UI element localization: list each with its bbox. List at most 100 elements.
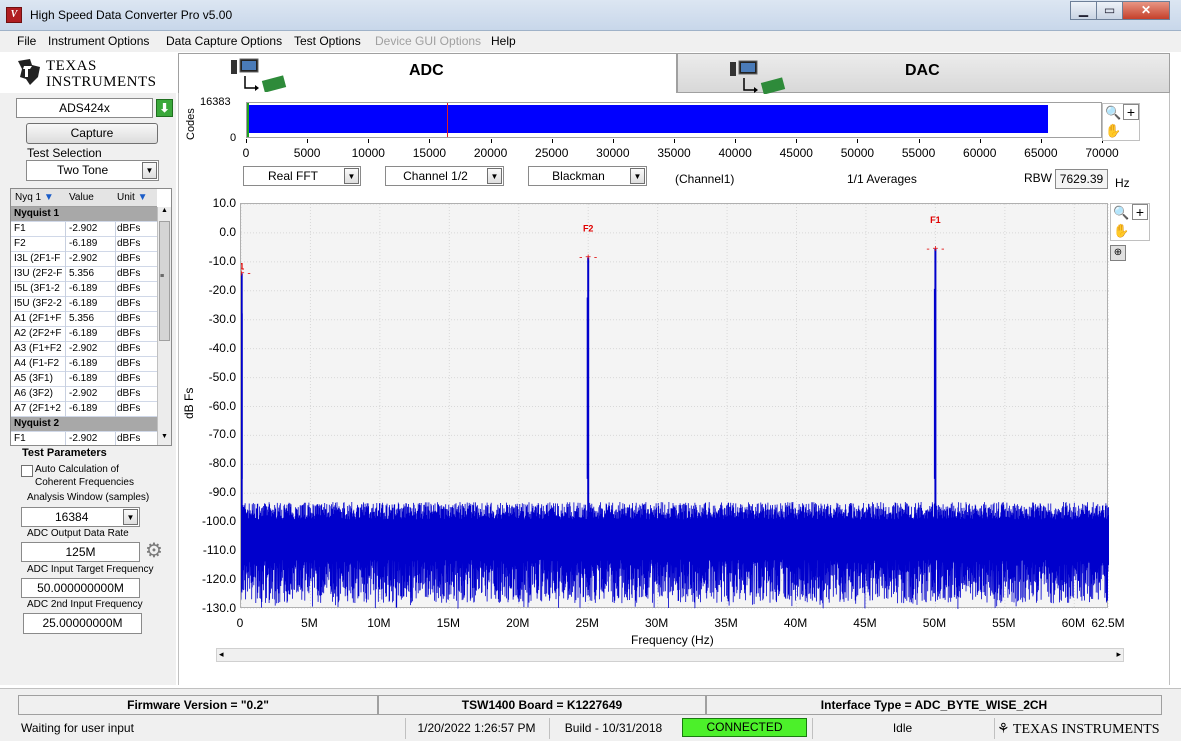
table-section-row[interactable]: Nyquist 1 bbox=[11, 207, 157, 222]
table-row[interactable]: F2 -6.189 dBFs bbox=[11, 237, 157, 252]
table-row[interactable]: A5 (3F1) -6.189 dBFs bbox=[11, 372, 157, 387]
header-unit[interactable]: Unit ▼ bbox=[117, 192, 147, 203]
gear-icon[interactable]: ⚙ bbox=[145, 541, 165, 561]
codes-xtick-label: 20000 bbox=[473, 146, 508, 160]
tab-dac[interactable]: DAC bbox=[677, 53, 1170, 94]
ti-small-logo-icon: ⚘ bbox=[997, 720, 1010, 736]
window-dropdown[interactable]: Blackman ▼ bbox=[528, 166, 647, 186]
test-selection-dropdown[interactable]: Two Tone ▼ bbox=[26, 160, 159, 181]
download-icon[interactable]: ⬇ bbox=[156, 99, 173, 117]
table-row[interactable]: A4 (F1-F2 -6.189 dBFs bbox=[11, 357, 157, 372]
codes-xtick-mark bbox=[796, 139, 798, 143]
column-divider bbox=[65, 282, 66, 297]
adc-rate-input[interactable]: 125M bbox=[21, 542, 140, 562]
codes-xtick-label: 45000 bbox=[779, 146, 813, 160]
row-name: A3 (F1+F2 bbox=[14, 343, 62, 354]
zoom-icon[interactable]: 🔍 bbox=[1113, 205, 1129, 221]
codes-xtick-label: 30000 bbox=[596, 146, 630, 160]
target-freq-input[interactable]: 50.000000000M bbox=[21, 578, 140, 598]
table-row[interactable]: A3 (F1+F2 -2.902 dBFs bbox=[11, 342, 157, 357]
table-row[interactable]: F1 -2.902 dBFs bbox=[11, 222, 157, 237]
fft-type-dropdown[interactable]: Real FFT ▼ bbox=[243, 166, 361, 186]
results-table[interactable]: Nyq 1 ▼ Value Unit ▼ Nyquist 1 F1 -2.902 dB… bbox=[10, 188, 172, 446]
codes-plot-area[interactable] bbox=[246, 102, 1102, 138]
channel-dropdown[interactable]: Channel 1/2 ▼ bbox=[385, 166, 504, 186]
scroll-right-arrow-icon: ▸ bbox=[1116, 649, 1121, 659]
row-name: F2 bbox=[14, 238, 26, 249]
table-scrollbar[interactable]: ▲ ≡ ▼ bbox=[157, 207, 171, 445]
fft-ytick-label: -20.0 bbox=[208, 282, 236, 297]
fft-ytick-label: 0.0 bbox=[219, 224, 236, 239]
menu-device-gui-options: Device GUI Options bbox=[375, 34, 482, 48]
tab-adc[interactable]: ADC bbox=[178, 53, 677, 93]
table-row[interactable]: I5L (3F1-2 -6.189 dBFs bbox=[11, 282, 157, 297]
row-unit: dBFs bbox=[117, 283, 141, 294]
column-divider bbox=[65, 297, 66, 312]
table-row[interactable]: A7 (2F1+2 -6.189 dBFs bbox=[11, 402, 157, 417]
table-row[interactable]: I5U (3F2-2 -6.189 dBFs bbox=[11, 297, 157, 312]
row-value: -6.189 bbox=[69, 238, 98, 249]
row-unit: dBFs bbox=[117, 343, 141, 354]
status-datetime: 1/20/2022 1:26:57 PM bbox=[405, 718, 547, 739]
crosshair-icon[interactable]: + bbox=[1132, 204, 1148, 220]
menu-file[interactable]: File bbox=[17, 34, 36, 48]
column-divider bbox=[115, 252, 116, 267]
scroll-down-arrow-icon: ▼ bbox=[161, 433, 168, 440]
column-divider bbox=[115, 312, 116, 327]
table-row[interactable]: A1 (2F1+F 5.356 dBFs bbox=[11, 312, 157, 327]
codes-xtick-label: 5000 bbox=[293, 146, 321, 160]
row-unit: dBFs bbox=[117, 403, 141, 414]
zoom-reset-icon[interactable]: ⊕ bbox=[1110, 245, 1126, 261]
fft-noise-trace bbox=[240, 501, 1110, 609]
second-freq-input[interactable]: 25.00000000M bbox=[23, 613, 142, 634]
table-row[interactable]: I3L (2F1-F -2.902 dBFs bbox=[11, 252, 157, 267]
crosshair-icon[interactable]: + bbox=[1123, 104, 1139, 120]
table-row[interactable]: A2 (2F2+F -6.189 dBFs bbox=[11, 327, 157, 342]
row-name: F1 bbox=[14, 223, 26, 234]
fft-plot-area[interactable]: - + -1- + -F2- + -F1 bbox=[233, 203, 1110, 610]
fft-peak-label: F2 bbox=[583, 224, 594, 234]
chevron-down-icon[interactable]: ▼ bbox=[344, 168, 359, 184]
chevron-down-icon[interactable]: ▼ bbox=[630, 168, 645, 184]
codes-xtick-label: 35000 bbox=[657, 146, 691, 160]
codes-xtick-mark bbox=[979, 139, 981, 143]
menu-help[interactable]: Help bbox=[491, 34, 516, 48]
analysis-window-dropdown[interactable]: 16384 ▼ bbox=[21, 507, 140, 527]
row-value: -6.189 bbox=[69, 358, 98, 369]
chevron-down-icon[interactable]: ▼ bbox=[487, 168, 502, 184]
menu-instrument-options[interactable]: Instrument Options bbox=[48, 34, 149, 48]
codes-cursor[interactable] bbox=[447, 103, 449, 137]
header-nyq[interactable]: Nyq 1 ▼ bbox=[15, 192, 54, 203]
maximize-button[interactable]: ▭ bbox=[1096, 1, 1123, 20]
chevron-down-icon[interactable]: ▼ bbox=[142, 162, 157, 179]
fft-xtick-label: 5M bbox=[301, 616, 318, 630]
close-button[interactable]: ✕ bbox=[1122, 1, 1170, 20]
menu-test-options[interactable]: Test Options bbox=[294, 34, 361, 48]
scroll-thumb bbox=[159, 221, 170, 341]
menu-data-capture-options[interactable]: Data Capture Options bbox=[166, 34, 282, 48]
table-section-row[interactable]: Nyquist 2 bbox=[11, 417, 157, 432]
chevron-down-icon[interactable]: ▼ bbox=[123, 509, 138, 525]
table-row[interactable]: I3U (2F2-F 5.356 dBFs bbox=[11, 267, 157, 282]
codes-xtick-mark bbox=[551, 139, 553, 143]
row-value: -6.189 bbox=[69, 403, 98, 414]
codes-ytick-min: 0 bbox=[230, 132, 237, 144]
pan-hand-icon[interactable]: ✋ bbox=[1105, 123, 1121, 139]
fft-xtick-label: 15M bbox=[436, 616, 460, 630]
tab-adc-label: ADC bbox=[409, 62, 444, 79]
fft-horizontal-scrollbar[interactable]: ◂ ▸ bbox=[216, 648, 1124, 662]
row-value: -2.902 bbox=[69, 433, 98, 444]
header-value: Value bbox=[69, 192, 94, 203]
test-parameters-heading: Test Parameters bbox=[22, 447, 107, 459]
zoom-icon[interactable]: 🔍 bbox=[1105, 105, 1121, 121]
pan-hand-icon[interactable]: ✋ bbox=[1113, 223, 1129, 239]
scroll-left-arrow-icon: ◂ bbox=[219, 649, 224, 659]
adc-board-icon bbox=[231, 58, 287, 92]
auto-calc-checkbox[interactable] bbox=[21, 465, 33, 477]
table-row[interactable]: F1 -2.902 dBFs bbox=[11, 432, 157, 445]
device-name-field[interactable]: ADS424x bbox=[16, 98, 153, 118]
capture-button[interactable]: Capture bbox=[26, 123, 158, 144]
table-row[interactable]: A6 (3F2) -2.902 dBFs bbox=[11, 387, 157, 402]
minimize-button[interactable]: ▁ bbox=[1070, 1, 1097, 20]
row-value: -6.189 bbox=[69, 283, 98, 294]
